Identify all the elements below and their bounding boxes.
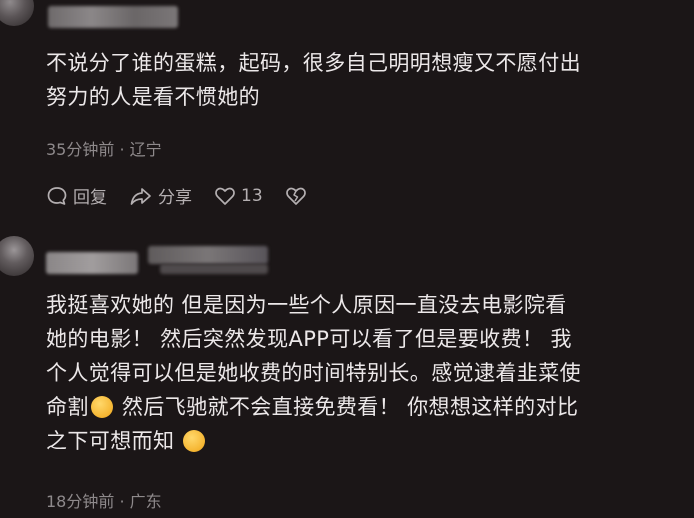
grimacing-face-emoji-icon (183, 430, 206, 452)
comment-line: 个人觉得可以但是她收费的时间特别长。感觉逮着韭菜使 (46, 361, 581, 385)
meta-separator: · (119, 492, 125, 511)
share-button[interactable]: 分享 (129, 183, 192, 208)
comment-body: 我挺喜欢她的 但是因为一些个人原因一直没去电影院看 她的电影！ 然后突然发现AP… (46, 288, 581, 458)
meta-separator: · (119, 140, 125, 159)
comment-time: 35分钟前 (46, 140, 115, 159)
comment-line: 努力的人是看不惯她的 (46, 85, 260, 109)
comment-line: 不说分了谁的蛋糕，起码，很多自己明明想瘦又不愿付出 (46, 51, 581, 75)
reply-label: 回复 (73, 188, 107, 208)
comment-meta: 18分钟前 · 广东 (46, 488, 162, 512)
comment-meta: 35分钟前 · 辽宁 (46, 136, 162, 160)
comment-location: 广东 (129, 492, 162, 511)
comment-location: 辽宁 (129, 140, 162, 159)
reply-icon (47, 186, 67, 205)
share-icon (130, 187, 151, 205)
avatar[interactable] (0, 0, 34, 26)
blurred-username (148, 246, 268, 264)
comment-line: 之下可想而知 (46, 424, 581, 458)
blurred-username (46, 252, 138, 274)
blurred-username (160, 264, 268, 274)
heart-icon (215, 187, 235, 205)
comment-line: 我挺喜欢她的 但是因为一些个人原因一直没去电影院看 (46, 293, 567, 317)
reply-button[interactable]: 回复 (46, 183, 107, 208)
comment-text-fragment: 之下可想而知 (46, 429, 175, 453)
blurred-username (48, 6, 178, 28)
comment-line: 命割 然后飞驰就不会直接免费看！ 你想想这样的对比 (46, 390, 581, 424)
broken-heart-icon (285, 187, 306, 205)
share-label: 分享 (158, 188, 192, 208)
comment-body: 不说分了谁的蛋糕，起码，很多自己明明想瘦又不愿付出 努力的人是看不惯她的 (46, 46, 581, 114)
comment-line: 她的电影！ 然后突然发现APP可以看了但是要收费！ 我 (46, 327, 572, 351)
like-count: 13 (241, 185, 263, 206)
avatar[interactable] (0, 236, 34, 276)
comment-text-fragment: 命割 (46, 395, 89, 419)
comment-actions: 回复 分享 13 (46, 183, 334, 208)
crying-face-emoji-icon (90, 396, 113, 418)
comment-feed: 不说分了谁的蛋糕，起码，很多自己明明想瘦又不愿付出 努力的人是看不惯她的 35分… (0, 0, 694, 518)
comment-time: 18分钟前 (46, 492, 115, 511)
dislike-button[interactable] (285, 186, 312, 206)
like-button[interactable]: 13 (214, 186, 263, 206)
comment-text-fragment: 然后飞驰就不会直接免费看！ 你想想这样的对比 (114, 395, 579, 419)
